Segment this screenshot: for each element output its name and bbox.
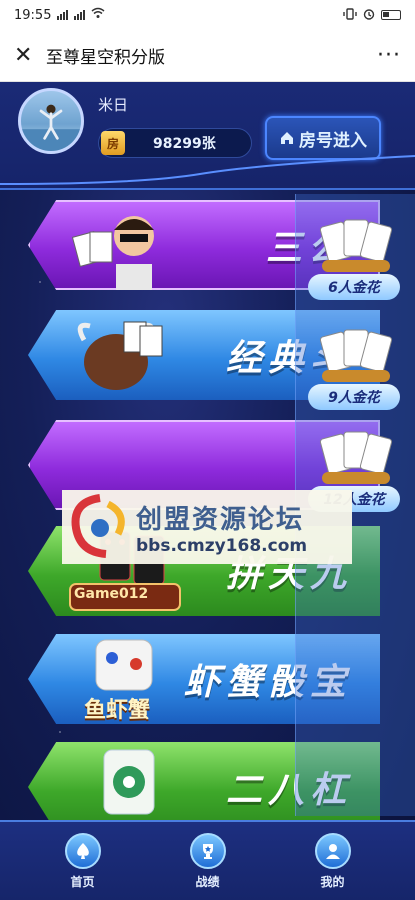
trophy-icon [189,832,226,869]
bull-character-art [77,321,163,390]
nav-home[interactable]: 首页 [48,832,118,890]
side-game-label: 9人金花 [308,384,400,410]
fish-shrimp-crab-logo: 鱼虾蟹 [84,698,151,723]
cards-icon [319,219,393,272]
alarm-icon [363,8,375,23]
side-game-6[interactable]: 6人金花 [308,214,400,306]
game-area: 米日 房 98299张 房号进入 三公 经典斗 Game012 拼天九 鱼虾蟹 … [0,82,415,900]
watermark-banner: 创盟资源论坛 bbs.cmzy168.com [62,490,352,564]
cards-icon [319,329,393,382]
status-bar: 19:55 [0,0,415,30]
cards-icon [319,431,393,484]
watermark-title: 创盟资源论坛 [136,504,305,535]
decorative-curve [0,155,415,185]
house-icon [281,132,293,144]
page-title: 至尊星空积分版 [46,48,165,68]
join-room-label: 房号进入 [299,130,367,151]
mahjong-art [103,749,155,815]
user-icon [314,832,351,869]
close-icon[interactable]: ✕ [14,43,40,68]
nav-label: 我的 [320,874,345,889]
watermark-logo-icon [71,494,125,558]
spade-icon [64,832,101,869]
nav-label: 战绩 [195,874,220,889]
side-game-9[interactable]: 9人金花 [308,324,400,416]
game012-logo: Game012 [74,586,149,602]
nav-me[interactable]: 我的 [298,832,368,890]
coin-value: 98299张 [153,136,216,152]
nav-label: 首页 [70,874,95,889]
side-game-label: 6人金花 [308,274,400,300]
watermark-url: bbs.cmzy168.com [136,535,308,556]
status-time: 19:55 [14,7,52,23]
battery-icon [381,10,401,20]
nav-records[interactable]: 战绩 [173,832,243,890]
signal-icon [57,10,69,20]
dealer-character-art [71,216,154,290]
username: 米日 [98,96,129,114]
bottom-nav: 首页 战绩 我的 [0,820,415,900]
title-bar: ✕ 至尊星空积分版 ··· [0,30,415,82]
more-icon[interactable]: ··· [377,43,401,68]
vibrate-icon [343,7,357,23]
avatar[interactable] [18,88,84,154]
wifi-icon [91,7,105,23]
signal-icon-2 [74,10,86,20]
